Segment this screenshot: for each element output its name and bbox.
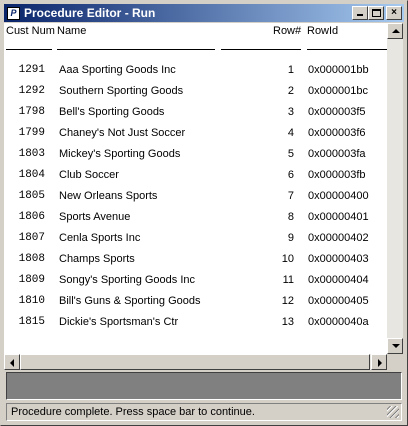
column-header-name: Name [57, 25, 87, 37]
table-row: 1809 Songy's Sporting Goods Inc 11 0x000004… [4, 274, 387, 295]
table-row: 1804 Club Soccer 6 0x000003fb [4, 169, 387, 190]
table-row: 1807 Cenla Sports Inc 9 0x00000402 [4, 232, 387, 253]
cust-num-cell: 1806 [18, 211, 45, 223]
procedure-editor-app-icon[interactable]: P [7, 6, 20, 20]
row-id-cell: 0x000001bc [308, 85, 368, 97]
arrow-left-icon [10, 359, 14, 367]
maximize-button[interactable] [368, 6, 384, 20]
cust-num-cell: 1807 [18, 232, 45, 244]
title-bar[interactable]: P Procedure Editor - Run × [4, 4, 404, 22]
row-num-cell: 9 [287, 232, 294, 244]
horizontal-scroll-thumb[interactable] [20, 354, 370, 370]
row-num-cell: 5 [287, 148, 294, 160]
table-row: 1798 Bell's Sporting Goods 3 0x000003f5 [4, 106, 387, 127]
row-id-cell: 0x000003f5 [308, 106, 366, 118]
row-id-cell: 0x000003fb [308, 169, 366, 181]
arrow-down-icon [392, 344, 400, 348]
row-num-cell: 13 [281, 316, 294, 328]
customer-name-cell: Southern Sporting Goods [59, 85, 184, 97]
cust-num-cell: 1803 [18, 148, 45, 160]
scroll-right-button[interactable] [371, 354, 387, 370]
row-num-cell: 7 [287, 190, 294, 202]
customer-name-cell: Aaa Sporting Goods Inc [59, 64, 176, 76]
column-underline-row-num [221, 49, 301, 50]
table-row: 1806 Sports Avenue 8 0x00000401 [4, 211, 387, 232]
cust-num-cell: 1799 [18, 127, 45, 139]
results-frame: Cust Num Name Row# RowId 1291 Aaa Sportin… [4, 23, 387, 354]
table-row: 1292 Southern Sporting Goods 2 0x000001bc [4, 85, 387, 106]
row-num-cell: 3 [287, 106, 294, 118]
scroll-down-button[interactable] [387, 338, 403, 354]
scroll-up-button[interactable] [387, 23, 403, 39]
customer-name-cell: Bell's Sporting Goods [59, 106, 165, 118]
customer-name-cell: Dickie's Sportsman's Ctr [59, 316, 179, 328]
scroll-left-button[interactable] [4, 354, 20, 370]
customer-name-cell: Cenla Sports Inc [59, 232, 141, 244]
row-id-cell: 0x000001bb [308, 64, 369, 76]
customer-name-cell: Champs Sports [59, 253, 135, 265]
customer-name-cell: Mickey's Sporting Goods [59, 148, 181, 160]
message-area [6, 372, 402, 400]
row-id-cell: 0x00000404 [308, 274, 369, 286]
row-num-cell: 8 [287, 211, 294, 223]
horizontal-scrollbar[interactable] [4, 354, 387, 370]
table-row: 1803 Mickey's Sporting Goods 5 0x000003fa [4, 148, 387, 169]
status-bar: Procedure complete. Press space bar to c… [6, 403, 402, 421]
maximize-icon [372, 9, 381, 17]
cust-num-cell: 1809 [18, 274, 45, 286]
arrow-up-icon [392, 29, 400, 33]
row-id-cell: 0x00000402 [308, 232, 369, 244]
cust-num-cell: 1804 [18, 169, 45, 181]
close-button[interactable]: × [386, 6, 402, 20]
cust-num-cell: 1810 [18, 295, 45, 307]
cust-num-cell: 1798 [18, 106, 45, 118]
column-header-cust-num: Cust Num [6, 25, 55, 37]
vertical-scrollbar[interactable] [387, 23, 403, 354]
column-underline-row-id [307, 49, 387, 50]
customer-name-cell: Songy's Sporting Goods Inc [59, 274, 196, 286]
row-id-cell: 0x000003fa [308, 148, 366, 160]
row-id-cell: 0x00000400 [308, 190, 369, 202]
customer-name-cell: Sports Avenue [59, 211, 131, 223]
row-num-cell: 11 [282, 274, 294, 286]
table-row: 1805 New Orleans Sports 7 0x00000400 [4, 190, 387, 211]
procedure-editor-window: P Procedure Editor - Run × Cust Num Name… [0, 0, 408, 426]
resize-grip-icon[interactable] [387, 406, 399, 418]
cust-num-cell: 1815 [18, 316, 45, 328]
table-row: 1815 Dickie's Sportsman's Ctr 13 0x0000040a [4, 316, 387, 337]
row-id-cell: 0x00000405 [308, 295, 369, 307]
table-row: 1799 Chaney's Not Just Soccer 4 0x000003f6 [4, 127, 387, 148]
status-text: Procedure complete. Press space bar to c… [11, 406, 255, 418]
row-id-cell: 0x000003f6 [308, 127, 366, 139]
customer-name-cell: Bill's Guns & Sporting Goods [59, 295, 201, 307]
table-row: 1808 Champs Sports 10 0x00000403 [4, 253, 387, 274]
row-num-cell: 12 [281, 295, 294, 307]
table-row: 1810 Bill's Guns & Sporting Goods 12 0x0000… [4, 295, 387, 316]
row-id-cell: 0x00000401 [308, 211, 369, 223]
minimize-button[interactable] [352, 6, 368, 20]
cust-num-cell: 1805 [18, 190, 45, 202]
customer-name-cell: New Orleans Sports [59, 190, 158, 202]
row-num-cell: 2 [287, 85, 294, 97]
cust-num-cell: 1291 [18, 64, 45, 76]
column-underline-cust-num [6, 49, 52, 50]
table-row: 1291 Aaa Sporting Goods Inc 1 0x000001bb [4, 64, 387, 85]
row-num-cell: 1 [287, 64, 294, 76]
row-num-cell: 6 [287, 169, 294, 181]
arrow-right-icon [378, 359, 382, 367]
row-id-cell: 0x00000403 [308, 253, 369, 265]
minimize-icon [357, 14, 363, 16]
column-header-row-id: RowId [307, 25, 339, 37]
row-id-cell: 0x0000040a [308, 316, 369, 328]
row-num-cell: 10 [281, 253, 294, 265]
column-underline-name [57, 49, 215, 50]
customer-name-cell: Chaney's Not Just Soccer [59, 127, 186, 139]
row-num-cell: 4 [287, 127, 294, 139]
cust-num-cell: 1292 [18, 85, 45, 97]
close-icon: × [391, 7, 397, 18]
customer-name-cell: Club Soccer [59, 169, 119, 181]
window-title: Procedure Editor - Run [24, 6, 156, 20]
column-header-row-num: Row# [273, 25, 302, 37]
cust-num-cell: 1808 [18, 253, 45, 265]
